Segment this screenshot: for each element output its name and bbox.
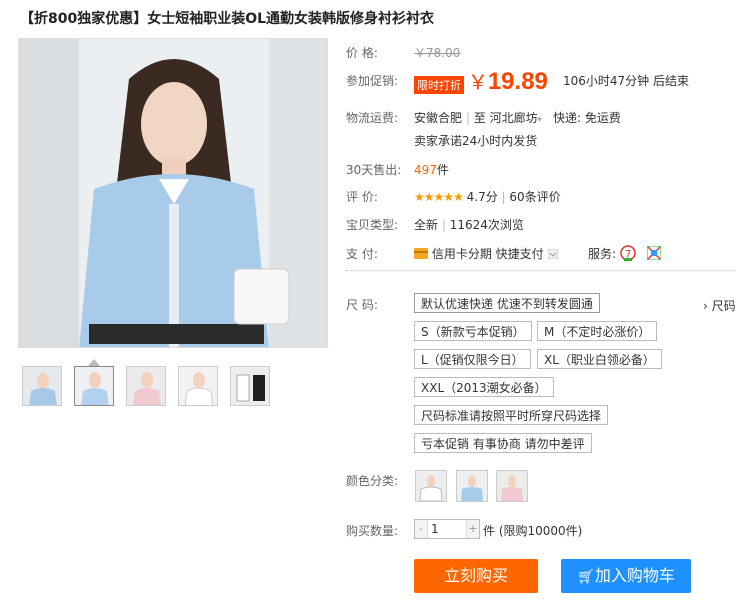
payment-row: 信用卡分期 快捷支付 — [414, 245, 559, 262]
buy-now-button[interactable]: 立刻购买 — [414, 559, 538, 593]
size-option-s[interactable]: S（新款亏本促销） — [414, 321, 532, 341]
chevron-down-icon: ▾ — [537, 115, 542, 124]
shipping-row: 安徽合肥 | 至 河北廊坊▾ 快递: 免运费 — [414, 111, 621, 125]
type-row: 全新 | 11624次浏览 — [414, 218, 524, 232]
size-option-xl[interactable]: XL（职业白领必备） — [537, 349, 662, 369]
size-option-xxl[interactable]: XXL（2013潮女必备） — [414, 377, 554, 397]
original-price: ￥78.00 — [414, 46, 461, 60]
thumbnail-5[interactable] — [230, 366, 270, 406]
shipping-fee: 快递: 免运费 — [553, 111, 621, 125]
size-option-l[interactable]: L（促销仅限今日） — [414, 349, 531, 369]
quantity-stepper[interactable]: - 1 + — [414, 519, 480, 539]
condition: 全新 — [414, 218, 439, 232]
promo-tag: 限时打折 — [414, 76, 464, 94]
currency-symbol: ￥ — [467, 70, 488, 94]
view-count: 11624次浏览 — [449, 218, 524, 232]
quantity-input[interactable]: 1 — [431, 520, 439, 538]
promo-countdown: 106小时47分钟 后结束 — [563, 74, 689, 88]
ship-to-select[interactable]: 河北廊坊▾ — [490, 111, 542, 125]
promo-label: 参加促销: — [346, 74, 399, 88]
seven-day-return-icon[interactable]: 7 — [620, 245, 636, 264]
rating-row: ★★★★★ 4.7分 | 60条评价 — [414, 190, 561, 204]
product-main-image[interactable] — [18, 38, 328, 348]
review-count-link[interactable]: 60条评价 — [509, 190, 560, 204]
quantity-limit-note: 件 (限购10000件) — [483, 524, 583, 538]
price-label: 价 格: — [346, 46, 378, 60]
size-option-note[interactable]: 尺码标准请按照平时所穿尺码选择 — [414, 405, 609, 425]
star-rating-icon: ★★★★★ — [414, 190, 464, 204]
rating-score: 4.7分 — [466, 190, 498, 204]
divider — [346, 270, 736, 271]
add-to-cart-button[interactable]: 🛒︎加入购物车 — [561, 559, 691, 593]
thumbnail-1[interactable] — [22, 366, 62, 406]
size-option-m[interactable]: M（不定时必涨价） — [537, 321, 658, 341]
credit-installment-link[interactable]: 信用卡分期 — [432, 247, 492, 261]
thumbnail-4[interactable] — [178, 366, 218, 406]
guarantee-icon[interactable] — [646, 245, 662, 263]
promo-price: 19.89 — [487, 68, 548, 95]
sales-count: 497 — [414, 163, 437, 177]
color-label: 颜色分类: — [346, 474, 399, 488]
thumbnail-2[interactable] — [74, 366, 114, 406]
credit-card-icon — [414, 247, 428, 262]
thumb-indicator — [88, 359, 100, 366]
model-photo — [19, 39, 327, 347]
service-row: 服务: 7 — [588, 245, 662, 264]
thumbnail-3[interactable] — [126, 366, 166, 406]
type-label: 宝贝类型: — [346, 218, 399, 232]
size-chart-link[interactable]: › 尺码 — [703, 297, 736, 314]
rating-label: 评 价: — [346, 190, 378, 204]
ship-from: 安徽合肥 — [414, 111, 463, 125]
promo-price-row: 限时打折 ￥19.89 — [414, 66, 548, 96]
sales-label: 30天售出: — [346, 163, 402, 177]
ship-promise: 卖家承诺24小时内发货 — [414, 134, 538, 148]
quantity-decrease-button[interactable]: - — [415, 520, 428, 538]
product-title: 【折800独家优惠】女士短袖职业装OL通勤女装韩版修身衬衫衬衣 — [20, 11, 435, 27]
color-swatch-white[interactable] — [415, 470, 447, 502]
sales-row: 497件 — [414, 163, 449, 177]
quantity-label: 购买数量: — [346, 524, 399, 538]
color-swatch-pink[interactable] — [496, 470, 528, 502]
payment-label: 支 付: — [346, 247, 378, 261]
size-option-default[interactable]: 默认优速快递 优速不到转发圆通 — [414, 293, 600, 313]
cart-icon: 🛒︎ — [577, 569, 595, 585]
size-label: 尺 码: — [346, 298, 378, 312]
quantity-increase-button[interactable]: + — [466, 520, 479, 538]
service-label: 服务: — [588, 247, 617, 261]
chevron-down-icon[interactable] — [547, 248, 559, 262]
quick-pay-link[interactable]: 快捷支付 — [496, 247, 544, 261]
shipping-label: 物流运费: — [346, 111, 399, 125]
size-option-promo[interactable]: 亏本促销 有事协商 请勿中差评 — [414, 433, 592, 453]
color-swatch-blue[interactable] — [456, 470, 488, 502]
